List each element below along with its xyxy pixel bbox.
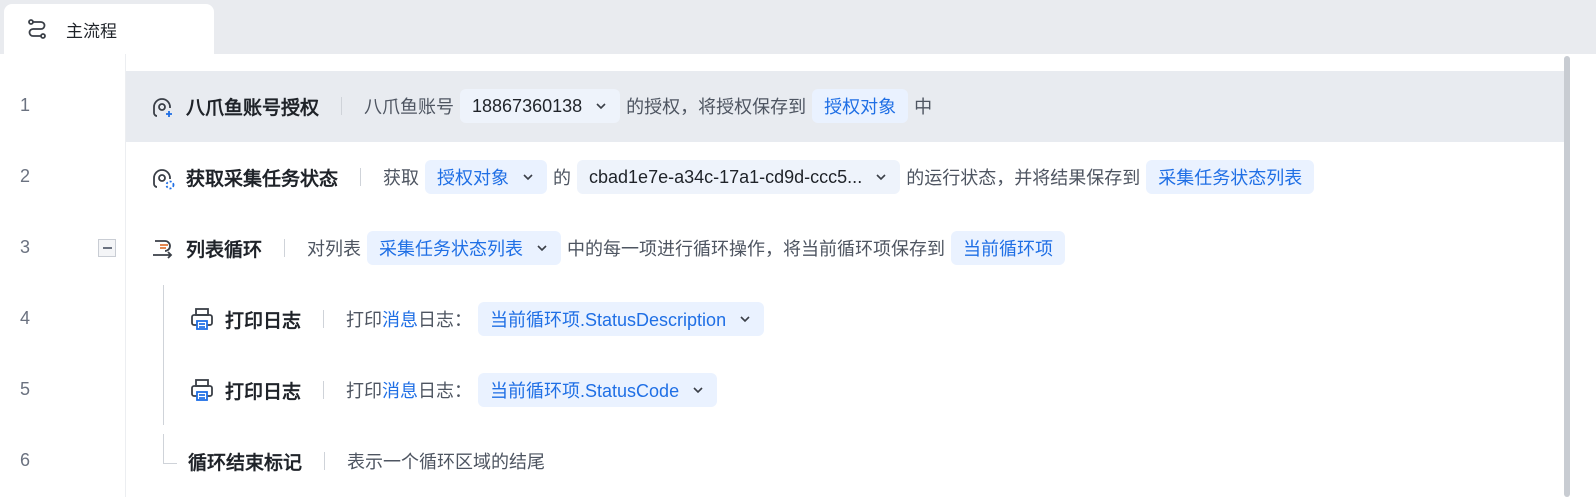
variable-chip[interactable]: 采集任务状态列表 <box>1146 160 1315 194</box>
line-number: 1 <box>20 95 31 115</box>
flow-step-account-auth[interactable]: 八爪鱼账号授权 八爪鱼账号 18867360138 的授权，将授权保存到 授权对… <box>150 84 932 128</box>
step-title: 获取采集任务状态 <box>186 168 339 190</box>
variable-chip[interactable]: 授权对象 <box>812 89 909 123</box>
printer-icon <box>189 306 215 332</box>
chevron-down-icon <box>594 99 608 113</box>
printer-icon <box>189 377 215 403</box>
tab-bar: 主流程 <box>0 0 1596 54</box>
list-loop-icon <box>150 235 176 261</box>
step-title: 循环结束标记 <box>188 452 303 474</box>
flow-step-print-log[interactable]: 打印日志 打印 消息 日志： 当前循环项.StatusCode <box>189 368 723 412</box>
step-title: 八爪鱼账号授权 <box>186 97 320 119</box>
log-value-select[interactable]: 当前循环项.StatusDescription <box>478 302 765 336</box>
minus-icon <box>102 247 112 249</box>
chevron-down-icon <box>874 170 888 184</box>
line-number: 4 <box>20 308 31 328</box>
list-select[interactable]: 采集任务状态列表 <box>367 231 562 265</box>
flow-step-list-loop[interactable]: 列表循环 对列表 采集任务状态列表 中的每一项进行循环操作，将当前循环项保存到 … <box>150 226 1071 270</box>
account-auth-icon <box>150 93 176 119</box>
auth-object-select[interactable]: 授权对象 <box>425 160 548 194</box>
flow-step-print-log[interactable]: 打印日志 打印 消息 日志： 当前循环项.StatusDescription <box>189 297 770 341</box>
flow-editor: 1 2 3 4 5 6 八爪鱼账号授权 八爪鱼账号 18867360138 的授… <box>0 54 1596 497</box>
flow-step-get-task-status[interactable]: 获取采集任务状态 获取 授权对象 的 cbad1e7e-a34c-17a1-cd… <box>150 155 1320 199</box>
chevron-down-icon <box>521 170 535 184</box>
step-title: 列表循环 <box>186 239 263 261</box>
flow-step-loop-end[interactable]: 循环结束标记 表示一个循环区域的结尾 <box>188 439 545 483</box>
flow-icon <box>26 17 50 41</box>
step-title: 打印日志 <box>225 381 302 403</box>
log-value-select[interactable]: 当前循环项.StatusCode <box>478 373 718 407</box>
line-number: 3 <box>20 237 31 257</box>
tab-main-flow[interactable]: 主流程 <box>4 4 214 54</box>
variable-chip[interactable]: 当前循环项 <box>951 231 1066 265</box>
step-title: 打印日志 <box>225 310 302 332</box>
vertical-scrollbar[interactable] <box>1564 56 1570 497</box>
line-gutter <box>0 54 126 497</box>
tab-label: 主流程 <box>66 21 117 41</box>
collapse-loop-button[interactable] <box>98 239 116 257</box>
task-status-icon <box>150 164 176 190</box>
chevron-down-icon <box>535 241 549 255</box>
line-number: 2 <box>20 166 31 186</box>
line-number: 6 <box>20 450 31 470</box>
loop-guide-line <box>163 285 164 425</box>
chevron-down-icon <box>738 312 752 326</box>
line-number: 5 <box>20 379 31 399</box>
task-id-select[interactable]: cbad1e7e-a34c-17a1-cd9d-ccc5... <box>577 160 901 194</box>
account-select[interactable]: 18867360138 <box>460 89 621 123</box>
chevron-down-icon <box>691 383 705 397</box>
